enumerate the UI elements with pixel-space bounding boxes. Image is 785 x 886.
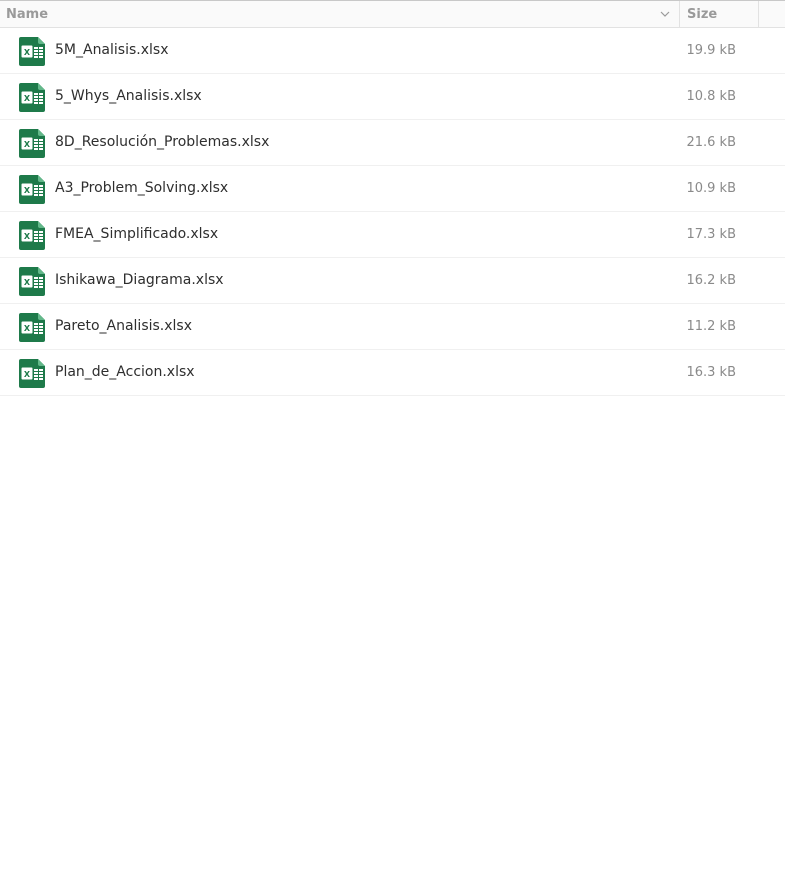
spreadsheet-icon: X: [19, 83, 45, 112]
file-size: 10.9 kB: [686, 181, 736, 196]
file-row[interactable]: X Pareto_Analisis.xlsx 11.2 kB: [0, 304, 785, 350]
file-name: 5M_Analisis.xlsx: [55, 42, 169, 58]
column-header-bar: Name Size: [0, 1, 785, 28]
name-column-label: Name: [6, 6, 49, 22]
svg-text:X: X: [24, 232, 31, 241]
svg-text:X: X: [24, 94, 31, 103]
file-list-view: Name Size X 5M_Analisis.xlsx 19.9 kB X 5…: [0, 0, 785, 886]
file-name: A3_Problem_Solving.xlsx: [55, 180, 229, 196]
spreadsheet-icon: X: [19, 37, 45, 66]
file-size: 11.2 kB: [686, 319, 736, 334]
file-size: 16.3 kB: [686, 365, 736, 380]
file-name: FMEA_Simplificado.xlsx: [55, 226, 219, 242]
spreadsheet-icon: X: [19, 221, 45, 250]
file-row[interactable]: X 5_Whys_Analisis.xlsx 10.8 kB: [0, 74, 785, 120]
file-row[interactable]: X Plan_de_Accion.xlsx 16.3 kB: [0, 350, 785, 396]
file-row[interactable]: X FMEA_Simplificado.xlsx 17.3 kB: [0, 212, 785, 258]
file-size: 16.2 kB: [686, 273, 736, 288]
file-size: 21.6 kB: [686, 135, 736, 150]
file-name: Plan_de_Accion.xlsx: [55, 364, 195, 380]
size-column-label: Size: [687, 6, 718, 22]
spreadsheet-icon: X: [19, 359, 45, 388]
size-column-header[interactable]: Size: [681, 1, 759, 27]
file-row[interactable]: X 5M_Analisis.xlsx 19.9 kB: [0, 28, 785, 74]
file-row[interactable]: X A3_Problem_Solving.xlsx 10.9 kB: [0, 166, 785, 212]
spreadsheet-icon: X: [19, 129, 45, 158]
svg-text:X: X: [24, 140, 31, 149]
spreadsheet-icon: X: [19, 267, 45, 296]
svg-text:X: X: [24, 370, 31, 379]
file-name: Pareto_Analisis.xlsx: [55, 318, 192, 334]
svg-text:X: X: [24, 48, 31, 57]
name-column-header[interactable]: Name: [0, 1, 680, 27]
file-row[interactable]: X 8D_Resolución_Problemas.xlsx 21.6 kB: [0, 120, 785, 166]
svg-text:X: X: [24, 324, 31, 333]
svg-text:X: X: [24, 186, 31, 195]
file-size: 17.3 kB: [686, 227, 736, 242]
file-name: Ishikawa_Diagrama.xlsx: [55, 272, 224, 288]
extra-column-header[interactable]: [760, 1, 785, 27]
spreadsheet-icon: X: [19, 313, 45, 342]
svg-text:X: X: [24, 278, 31, 287]
spreadsheet-icon: X: [19, 175, 45, 204]
file-size: 10.8 kB: [686, 89, 736, 104]
file-size: 19.9 kB: [686, 43, 736, 58]
file-name: 8D_Resolución_Problemas.xlsx: [55, 134, 270, 150]
file-row[interactable]: X Ishikawa_Diagrama.xlsx 16.2 kB: [0, 258, 785, 304]
file-name: 5_Whys_Analisis.xlsx: [55, 88, 202, 104]
file-rows: X 5M_Analisis.xlsx 19.9 kB X 5_Whys_Anal…: [0, 28, 785, 396]
chevron-down-icon: [660, 11, 670, 17]
